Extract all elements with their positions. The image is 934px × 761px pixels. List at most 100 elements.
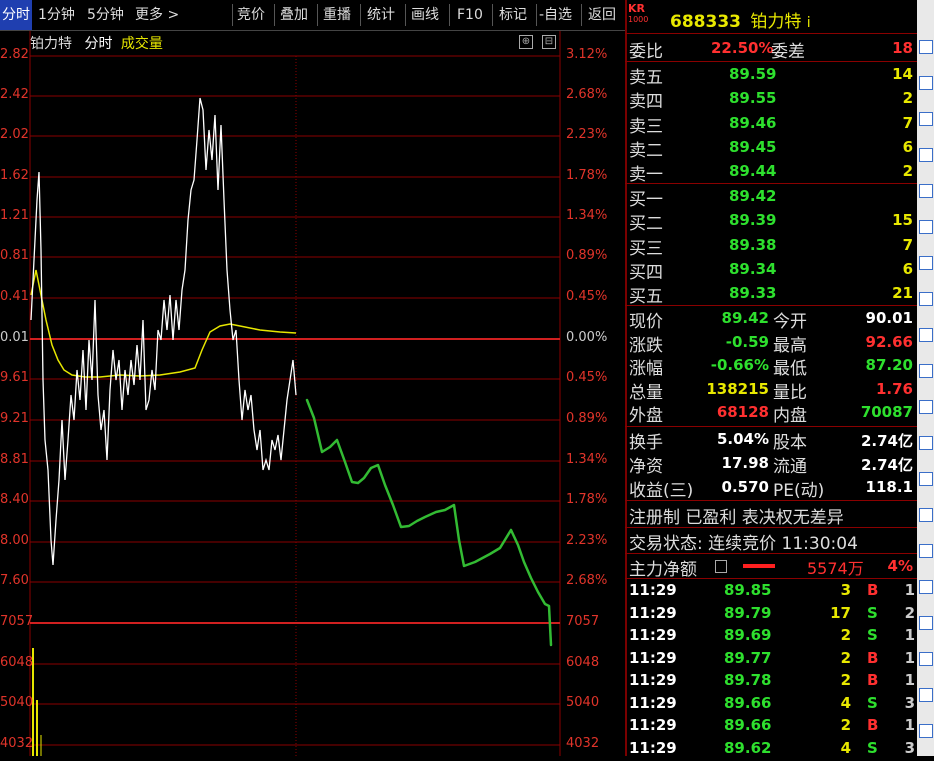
left-axis-label: 7.60 [0, 573, 29, 588]
remove-watchlist-button[interactable]: -自选 [539, 0, 572, 30]
stat-row: 外盘 68128 内盘 70087 [629, 401, 915, 426]
ask-row[interactable]: 卖三 89.46 7 [629, 112, 915, 137]
tool-icon[interactable] [919, 256, 933, 270]
tick-row[interactable]: 11:29 89.78 2 B 1 [629, 671, 917, 693]
back-button[interactable]: 返回 [588, 0, 616, 30]
tick-row[interactable]: 11:29 89.66 2 B 1 [629, 716, 917, 738]
chart-mode-label[interactable]: 分时 [84, 36, 112, 52]
bid-row[interactable]: 买三 89.38 7 [629, 234, 915, 259]
stock-info-icon[interactable]: i [807, 15, 811, 31]
panel-divider [625, 183, 917, 184]
tick-side: B [867, 581, 879, 599]
left-axis-label: 2.02 [0, 127, 29, 142]
stat-value: 92.66 [865, 332, 913, 351]
stats-button[interactable]: 统计 [367, 0, 395, 30]
tick-volume: 4 [840, 693, 851, 712]
stat-value: 2.74亿 [860, 432, 913, 450]
tool-icon[interactable] [919, 508, 933, 522]
left-axis-label: 4032 [0, 736, 34, 751]
tool-icon[interactable] [919, 616, 933, 630]
tick-time: 11:29 [629, 693, 677, 712]
level-qty: 14 [892, 65, 913, 83]
level-qty: 15 [892, 211, 913, 230]
tick-price: 89.69 [724, 626, 772, 644]
tab-more[interactable]: 更多 > [135, 0, 179, 30]
tick-price: 89.85 [724, 581, 772, 599]
stat-label: 总量 [629, 382, 663, 403]
tick-row[interactable]: 11:29 89.69 2 S 1 [629, 626, 917, 648]
tab-1min[interactable]: 1分钟 [38, 0, 75, 30]
weibi-row: 委比 22.50% 委差 18 [629, 37, 915, 62]
tool-icon[interactable] [919, 688, 933, 702]
tick-time: 11:29 [629, 626, 677, 644]
toolbar-divider [449, 4, 450, 26]
tool-icon[interactable] [919, 76, 933, 90]
tick-volume: 3 [840, 581, 851, 599]
tool-icon[interactable] [919, 292, 933, 306]
stat-label: 换手 [629, 433, 663, 453]
ask-row[interactable]: 卖二 89.45 6 [629, 136, 915, 161]
expand-icon[interactable]: ⊕ [519, 35, 533, 49]
chart-indicator-label[interactable]: 成交量 [121, 36, 163, 52]
main-flow-row[interactable]: 主力净额 5574万 4% [629, 555, 915, 580]
tool-icon[interactable] [919, 724, 933, 738]
bid-row[interactable]: 买四 89.34 6 [629, 258, 915, 283]
left-axis-label: 0.01 [0, 330, 29, 345]
tool-icon[interactable] [919, 544, 933, 558]
bid-row[interactable]: 买二 89.39 15 [629, 209, 915, 234]
f10-button[interactable]: F10 [457, 0, 483, 30]
flow-bar [743, 564, 775, 568]
tick-row[interactable]: 11:29 89.79 17 S 2 [629, 604, 917, 626]
right-axis-label: 0.00% [566, 330, 608, 345]
right-axis-label: 0.89% [566, 248, 608, 263]
panel-divider [625, 500, 917, 501]
forecast-annotation-line [305, 398, 553, 647]
tool-icon[interactable] [919, 148, 933, 162]
tool-icon[interactable] [919, 400, 933, 414]
left-axis-label: 6048 [0, 655, 34, 670]
tool-icon[interactable] [919, 472, 933, 486]
panel-divider [625, 61, 917, 62]
tool-icon[interactable] [919, 184, 933, 198]
tick-volume: 2 [840, 716, 851, 734]
chart-toolbar: 分时 1分钟 5分钟 更多 > 竞价 叠加 重播 统计 画线 F10 标记 -自… [0, 0, 625, 31]
panel-divider [625, 578, 917, 579]
ask-row[interactable]: 卖五 89.59 14 [629, 63, 915, 88]
tab-fenshi[interactable]: 分时 [0, 0, 32, 30]
tick-count: 1 [904, 626, 915, 644]
stat-label: 最高 [773, 335, 807, 356]
replay-button[interactable]: 重播 [323, 0, 351, 30]
collapse-icon[interactable]: ⊟ [542, 35, 556, 49]
tab-5min[interactable]: 5分钟 [87, 0, 124, 30]
bid-row[interactable]: 买一 89.42 [629, 185, 915, 210]
stock-tags[interactable]: 注册制 已盈利 表决权无差异 [629, 503, 915, 528]
level-qty: 21 [892, 284, 913, 303]
level-qty: 2 [902, 89, 913, 108]
level-price: 89.34 [729, 259, 777, 278]
tool-icon[interactable] [919, 112, 933, 126]
tick-row[interactable]: 11:29 89.66 4 S 3 [629, 694, 917, 716]
main-flow-value: 5574万 [807, 559, 864, 578]
tool-icon[interactable] [919, 580, 933, 594]
tool-icon[interactable] [919, 652, 933, 666]
overlay-button[interactable]: 叠加 [280, 0, 308, 30]
mark-button[interactable]: 标记 [499, 0, 527, 30]
auction-button[interactable]: 竞价 [237, 0, 265, 30]
draw-line-button[interactable]: 画线 [411, 0, 439, 30]
ask-row[interactable]: 卖一 89.44 2 [629, 160, 915, 185]
tool-icon[interactable] [919, 40, 933, 54]
ask-row[interactable]: 卖四 89.55 2 [629, 87, 915, 112]
tool-icon[interactable] [919, 436, 933, 450]
tool-icon[interactable] [919, 364, 933, 378]
tick-row[interactable]: 11:29 89.85 3 B 1 [629, 581, 917, 603]
tool-icon[interactable] [919, 220, 933, 234]
tick-side: S [867, 738, 878, 757]
level-price: 89.45 [729, 137, 777, 156]
tool-icon[interactable] [919, 328, 933, 342]
bid-row[interactable]: 买五 89.33 21 [629, 282, 915, 307]
tick-row[interactable]: 11:29 89.77 2 B 1 [629, 649, 917, 671]
tick-volume: 4 [840, 738, 851, 757]
intraday-chart[interactable] [0, 31, 625, 756]
toolbar-divider [492, 4, 493, 26]
tick-row[interactable]: 11:29 89.62 4 S 3 [629, 739, 917, 761]
